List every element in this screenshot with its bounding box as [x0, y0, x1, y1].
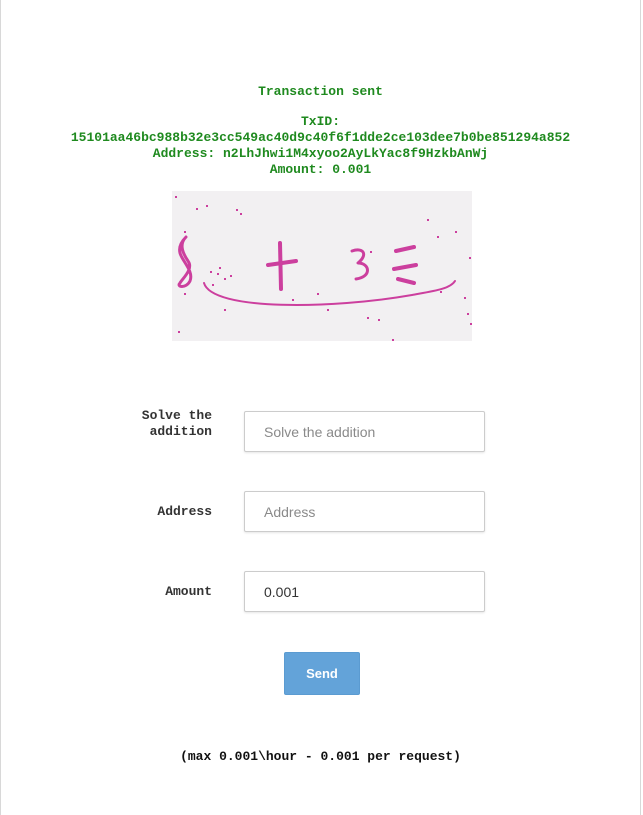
transaction-status: Transaction sent TxID: 15101aa46bc988b32… — [1, 84, 640, 178]
status-title: Transaction sent — [258, 84, 383, 99]
amount-input[interactable] — [244, 571, 485, 612]
faucet-page: Transaction sent TxID: 15101aa46bc988b32… — [0, 0, 641, 815]
address-label: Address — [157, 504, 212, 519]
captcha-answer-input[interactable] — [244, 411, 485, 452]
amount-line: Amount: 0.001 — [269, 162, 372, 177]
txid-label: TxID: — [300, 114, 340, 129]
address-line: Address: n2LhJhwi1M4xyoo2AyLkYac8f9HzkbA… — [152, 146, 489, 161]
send-button[interactable]: Send — [284, 652, 360, 695]
amount-label: Amount — [165, 584, 212, 599]
captcha-image — [172, 191, 472, 341]
rate-limit-note: (max 0.001\hour - 0.001 per request) — [180, 749, 461, 764]
address-input[interactable] — [244, 491, 485, 532]
txid-value: 15101aa46bc988b32e3cc549ac40d9c40f6f1dde… — [70, 130, 571, 145]
solve-label: Solve the addition — [141, 408, 212, 439]
